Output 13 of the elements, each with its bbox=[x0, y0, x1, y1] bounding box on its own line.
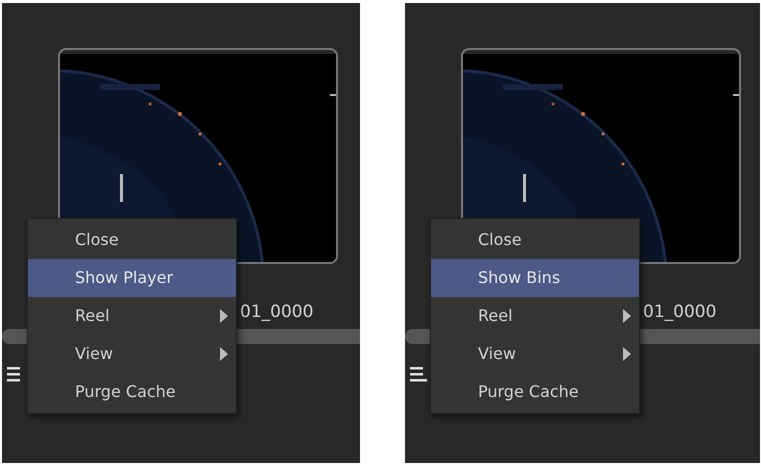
menu-item[interactable]: Show Bins bbox=[431, 259, 639, 297]
menu-item[interactable]: Reel bbox=[28, 297, 236, 335]
menu-item[interactable]: View bbox=[28, 335, 236, 373]
menu-item[interactable]: Purge Cache bbox=[431, 373, 639, 411]
clip-name: 01_0000 bbox=[240, 302, 314, 322]
clip-name: 01_0000 bbox=[643, 302, 716, 322]
menu-item[interactable]: Show Player bbox=[28, 259, 236, 297]
menu-item[interactable]: View bbox=[431, 335, 639, 373]
menu-item[interactable]: Close bbox=[28, 221, 236, 259]
menu-item[interactable]: Reel bbox=[431, 297, 639, 335]
menu-item[interactable]: Purge Cache bbox=[28, 373, 236, 411]
menu-icon[interactable] bbox=[410, 366, 427, 382]
menu-item[interactable]: Close bbox=[431, 221, 639, 259]
